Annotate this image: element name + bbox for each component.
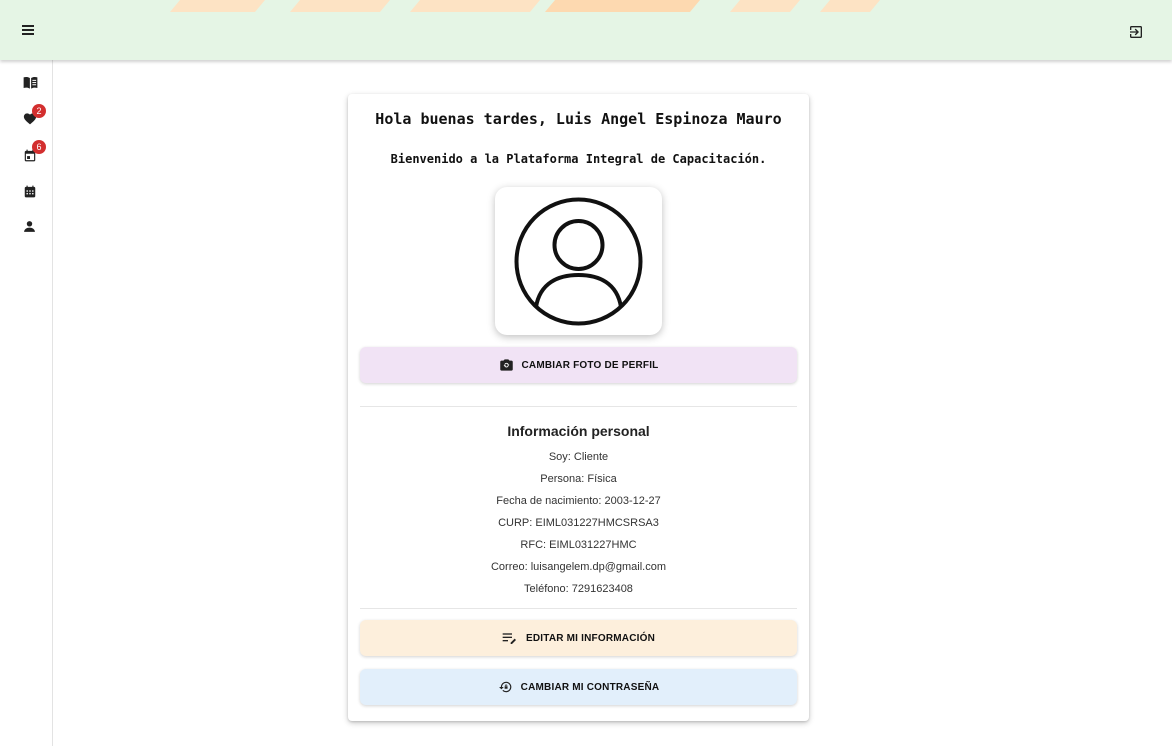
- sidebar-item-profile[interactable]: [23, 220, 39, 236]
- sidebar-item-courses[interactable]: [23, 76, 39, 92]
- welcome-message: Bienvenido a la Plataforma Integral de C…: [390, 152, 767, 166]
- profile-card: Hola buenas tardes, Luis Angel Espinoza …: [348, 94, 809, 721]
- personal-info-title: Información personal: [507, 423, 650, 439]
- lock-reset-icon: [498, 681, 512, 693]
- logout-icon[interactable]: [1128, 24, 1146, 42]
- calendar-icon: [24, 185, 36, 198]
- info-client-type: Soy: Cliente: [548, 451, 609, 463]
- divider: [360, 608, 797, 609]
- info-phone: Teléfono: 7291623408: [524, 583, 633, 595]
- info-curp: CURP: EIML031227HMCSRSA3: [498, 517, 659, 529]
- info-birth-date: Fecha de nacimiento: 2003-12-27: [496, 495, 661, 507]
- change-password-button[interactable]: CAMBIAR MI CONTRASEÑA: [360, 669, 797, 705]
- change-password-label: CAMBIAR MI CONTRASEÑA: [520, 681, 660, 693]
- header-accent-decoration: [170, 0, 880, 12]
- greeting-heading: Hola buenas tardes, Luis Angel Espinoza …: [375, 110, 782, 128]
- sidebar-item-calendar[interactable]: [23, 184, 39, 200]
- edit-info-label: EDITAR MI INFORMACIÓN: [525, 632, 655, 644]
- info-person-type: Persona: Física: [540, 473, 617, 485]
- camera-switch-icon: [499, 359, 513, 371]
- change-photo-button[interactable]: CAMBIAR FOTO DE PERFIL: [360, 347, 797, 383]
- top-app-bar: [0, 0, 1172, 60]
- info-rfc: RFC: EIML031227HMC: [520, 539, 637, 551]
- enrollments-badge: 6: [32, 140, 46, 154]
- hamburger-icon[interactable]: [20, 24, 38, 38]
- sidebar-item-enrollments[interactable]: 6: [23, 140, 46, 164]
- avatar: [495, 187, 662, 335]
- account-circle-icon: [514, 197, 643, 326]
- edit-info-button[interactable]: EDITAR MI INFORMACIÓN: [360, 620, 797, 656]
- edit-note-icon: [502, 633, 516, 644]
- info-email: Correo: luisangelem.dp@gmail.com: [490, 561, 667, 573]
- book-icon: [23, 76, 38, 89]
- person-icon: [24, 221, 35, 232]
- divider: [360, 406, 797, 407]
- favorites-badge: 2: [32, 104, 46, 118]
- sidebar: 2 6: [0, 60, 53, 746]
- change-photo-label: CAMBIAR FOTO DE PERFIL: [521, 359, 659, 371]
- sidebar-item-favorites[interactable]: 2: [23, 104, 46, 128]
